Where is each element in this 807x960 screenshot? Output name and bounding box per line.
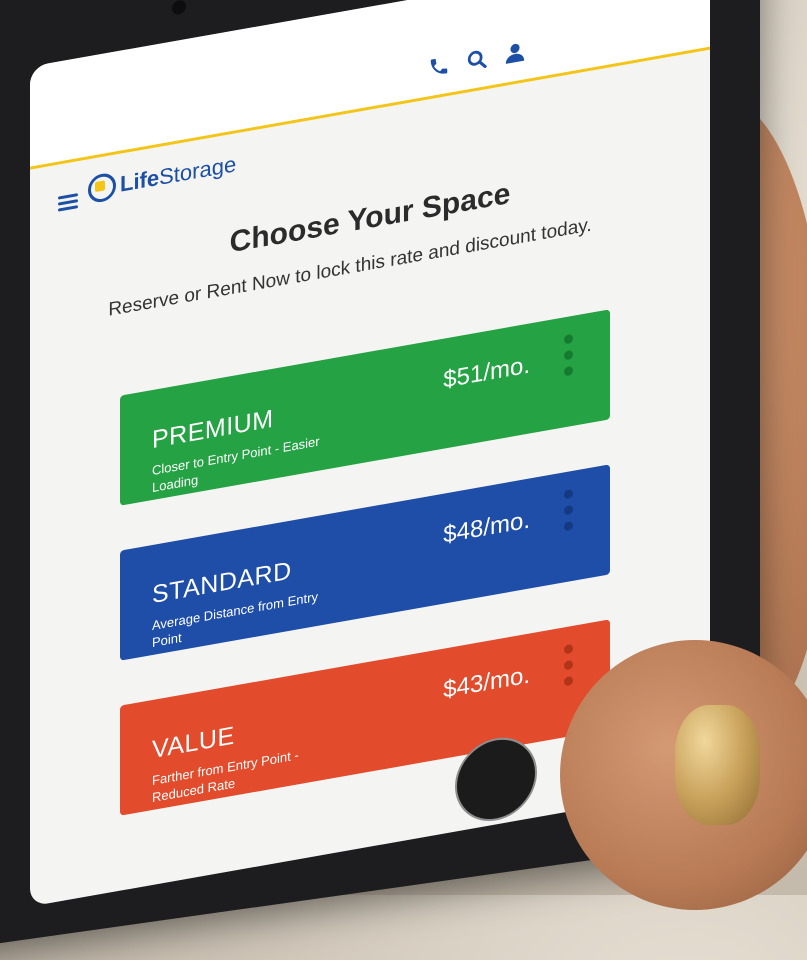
site-header (30, 0, 710, 170)
unit-price: $48/mo. (443, 506, 530, 549)
more-options-icon[interactable] (564, 488, 574, 539)
unit-card-value[interactable]: VALUE Farther from Entry Point - Reduced… (120, 619, 610, 816)
user-icon[interactable] (501, 37, 529, 70)
phone-icon[interactable] (425, 50, 453, 83)
search-icon[interactable] (463, 43, 491, 76)
menu-icon[interactable] (58, 190, 78, 215)
ring (675, 705, 760, 825)
logo-text-storage: Storage (159, 151, 237, 190)
more-options-icon[interactable] (564, 643, 574, 694)
camera-icon (172, 0, 186, 16)
header-icons (425, 37, 529, 83)
logo-text-life: Life (120, 164, 160, 197)
unit-price: $43/mo. (443, 661, 530, 704)
logo-mark-icon (88, 171, 116, 205)
unit-price: $51/mo. (443, 351, 530, 394)
life-storage-logo[interactable]: LifeStorage (88, 150, 237, 205)
more-options-icon[interactable] (564, 333, 574, 384)
